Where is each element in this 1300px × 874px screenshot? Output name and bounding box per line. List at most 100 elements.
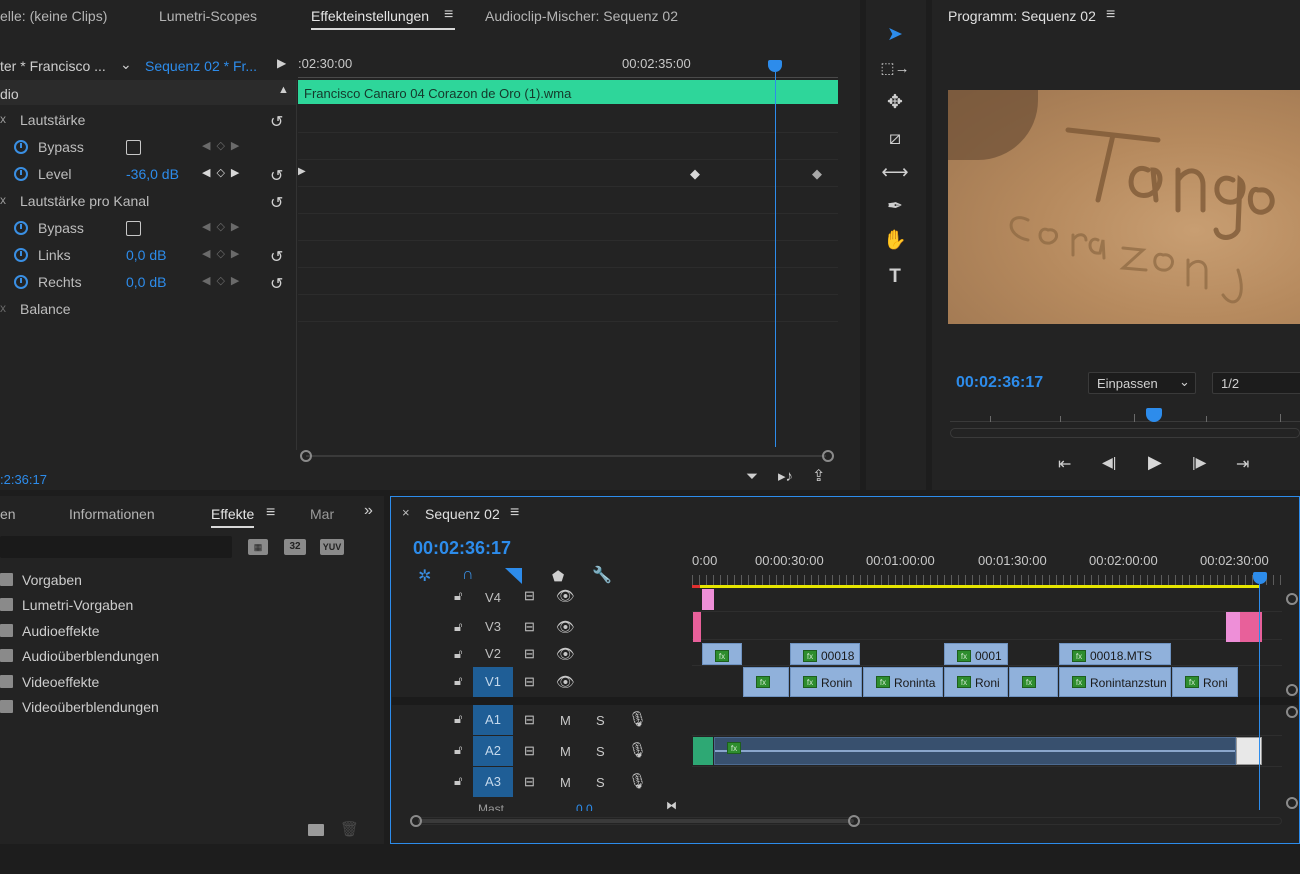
eye-icon[interactable]: 👁︎ (556, 645, 575, 663)
tab-info[interactable]: Informationen (69, 506, 155, 522)
video-vscroll-top[interactable] (1286, 593, 1298, 605)
v2-clip[interactable]: fx 0001 (944, 643, 1008, 665)
sequence-clip-label[interactable]: Sequenz 02 * Fr... (145, 58, 257, 74)
keyframe-nav[interactable]: ◀◇▶ (202, 139, 245, 152)
program-scrollbar[interactable] (950, 428, 1300, 438)
master-clip-label[interactable]: ter * Francisco ... (0, 58, 106, 74)
timeline-ruler[interactable] (692, 575, 1282, 585)
stopwatch-icon[interactable] (14, 221, 28, 235)
bypass-checkbox[interactable] (126, 140, 141, 155)
lock-icon[interactable]: 🔓︎ (454, 711, 462, 727)
folder-video-transitions[interactable]: Videoüberblendungen (0, 695, 380, 720)
accelerated-effects-icon[interactable]: ▦ (248, 539, 268, 555)
sync-lock-icon[interactable]: ⊟ (524, 588, 535, 604)
tab-lumetri-scopes[interactable]: Lumetri-Scopes (159, 8, 257, 24)
folder-video-effects[interactable]: Videoeffekte (0, 670, 380, 695)
track-name-v1[interactable]: V1 (473, 667, 513, 697)
folder-presets[interactable]: Vorgaben (0, 568, 380, 593)
mute-button[interactable]: M (560, 713, 571, 728)
panel-menu-icon[interactable]: ≡ (444, 6, 453, 24)
chevron-down-icon[interactable]: ⌄ (120, 56, 132, 73)
selection-tool-icon[interactable]: ➤ (878, 20, 912, 50)
more-tabs-icon[interactable]: » (364, 502, 373, 520)
keyframe-nav[interactable]: ◀◇▶ (202, 220, 245, 233)
lock-icon[interactable]: 🔓︎ (454, 742, 462, 758)
play-arrow-icon[interactable]: ▶ (277, 56, 286, 70)
left-value[interactable]: 0,0 dB (126, 247, 166, 263)
lock-icon[interactable]: 🔓︎ (454, 773, 462, 789)
go-to-in-icon[interactable]: ⇤ (1058, 454, 1071, 474)
microphone-icon[interactable]: 🎙︎ (628, 741, 647, 759)
keyframe-nav[interactable]: ◀◇▶ (202, 274, 245, 287)
trash-icon[interactable]: 🗑 (340, 820, 359, 838)
tab-effect-controls[interactable]: Effekteinstellungen (311, 8, 456, 30)
solo-button[interactable]: S (596, 775, 605, 790)
lock-icon[interactable]: 🔓︎ (454, 646, 462, 662)
32bit-effects-icon[interactable]: 32 (284, 539, 306, 555)
tab-source[interactable]: elle: (keine Clips) (0, 8, 107, 24)
sync-lock-icon[interactable]: ⊟ (524, 712, 535, 728)
track-name-v4[interactable]: V4 (473, 584, 513, 612)
track-name-a2[interactable]: A2 (473, 736, 513, 766)
tab-markers[interactable]: Mar (310, 506, 334, 522)
a2-green-clip[interactable] (693, 737, 713, 765)
eye-icon[interactable]: 👁︎ (556, 587, 575, 605)
video-vscroll-bottom[interactable] (1286, 684, 1298, 696)
snap-icon[interactable]: ∩ (462, 566, 474, 584)
type-tool-icon[interactable]: T (878, 262, 912, 292)
track-name-v3[interactable]: V3 (473, 613, 513, 641)
ec-playhead-handle[interactable] (768, 60, 782, 72)
master-track-value[interactable]: 0,0 (576, 802, 593, 811)
track-name-v2[interactable]: V2 (473, 640, 513, 668)
sync-lock-icon[interactable]: ⊟ (524, 674, 535, 690)
program-monitor-title[interactable]: Programm: Sequenz 02 (948, 8, 1096, 24)
folder-audio-transitions[interactable]: Audioüberblendungen (0, 644, 380, 669)
reset-icon[interactable]: ↺ (270, 166, 283, 186)
audio-vscroll-bottom[interactable] (1286, 797, 1298, 809)
v1-clip[interactable]: fx (1009, 667, 1058, 697)
timeline-timecode[interactable]: 00:02:36:17 (413, 538, 511, 559)
v1-clip[interactable]: fx Ronintanzstun (1059, 667, 1171, 697)
hand-tool-icon[interactable]: ✋ (878, 226, 912, 256)
program-ruler[interactable] (950, 408, 1300, 422)
slip-tool-icon[interactable]: ⟷ (878, 158, 912, 188)
mute-button[interactable]: M (560, 775, 571, 790)
stopwatch-icon[interactable] (14, 275, 28, 289)
folder-lumetri-presets[interactable]: Lumetri-Vorgaben (0, 593, 380, 618)
level-value[interactable]: -36,0 dB (126, 166, 179, 182)
v3-pink-clip[interactable] (1226, 612, 1240, 642)
go-to-out-icon[interactable]: ⇥ (1236, 454, 1249, 474)
v1-clip[interactable]: fx Roninta (863, 667, 943, 697)
microphone-icon[interactable]: 🎙︎ (628, 772, 647, 790)
reset-icon[interactable]: ↺ (270, 193, 283, 213)
timeline-title[interactable]: Sequenz 02 (425, 506, 500, 522)
microphone-icon[interactable]: 🎙︎ (628, 710, 647, 728)
eye-icon[interactable]: 👁︎ (556, 673, 575, 691)
yuv-effects-icon[interactable]: YUV (320, 539, 344, 555)
keyframe-diamond-icon[interactable]: ◆ (812, 166, 822, 182)
filter-icon[interactable]: ⏷ (746, 468, 758, 485)
track-name-a1[interactable]: A1 (473, 705, 513, 735)
reset-icon[interactable]: ↺ (270, 274, 283, 294)
sync-lock-icon[interactable]: ⊟ (524, 619, 535, 635)
lock-icon[interactable]: 🔓︎ (454, 673, 462, 689)
solo-button[interactable]: S (596, 713, 605, 728)
tab-audio-clip-mixer[interactable]: Audioclip-Mischer: Sequenz 02 (485, 8, 678, 24)
play-audio-icon[interactable]: ▸♪ (778, 467, 793, 485)
v1-clip[interactable]: fx (743, 667, 789, 697)
bypass2-checkbox[interactable] (126, 221, 141, 236)
ec-scrollbar[interactable] (300, 449, 836, 463)
eye-icon[interactable]: 👁︎ (556, 618, 575, 636)
solo-button[interactable]: S (596, 744, 605, 759)
wrench-icon[interactable]: 🔧 (592, 565, 612, 585)
v4-pink-clip[interactable] (702, 589, 714, 610)
resolution-dropdown[interactable]: 1/2 (1212, 372, 1300, 394)
track-name-a3[interactable]: A3 (473, 767, 513, 797)
collapse-icon[interactable]: ▲ (278, 84, 289, 96)
stopwatch-icon[interactable] (14, 140, 28, 154)
ec-ruler[interactable] (298, 72, 838, 78)
track-select-tool-icon[interactable]: ⬚→ (878, 54, 912, 84)
v2-clip[interactable]: fx 00018 (790, 643, 860, 665)
v1-clip[interactable]: fx Ronin (790, 667, 862, 697)
sync-lock-icon[interactable]: ⊟ (524, 774, 535, 790)
